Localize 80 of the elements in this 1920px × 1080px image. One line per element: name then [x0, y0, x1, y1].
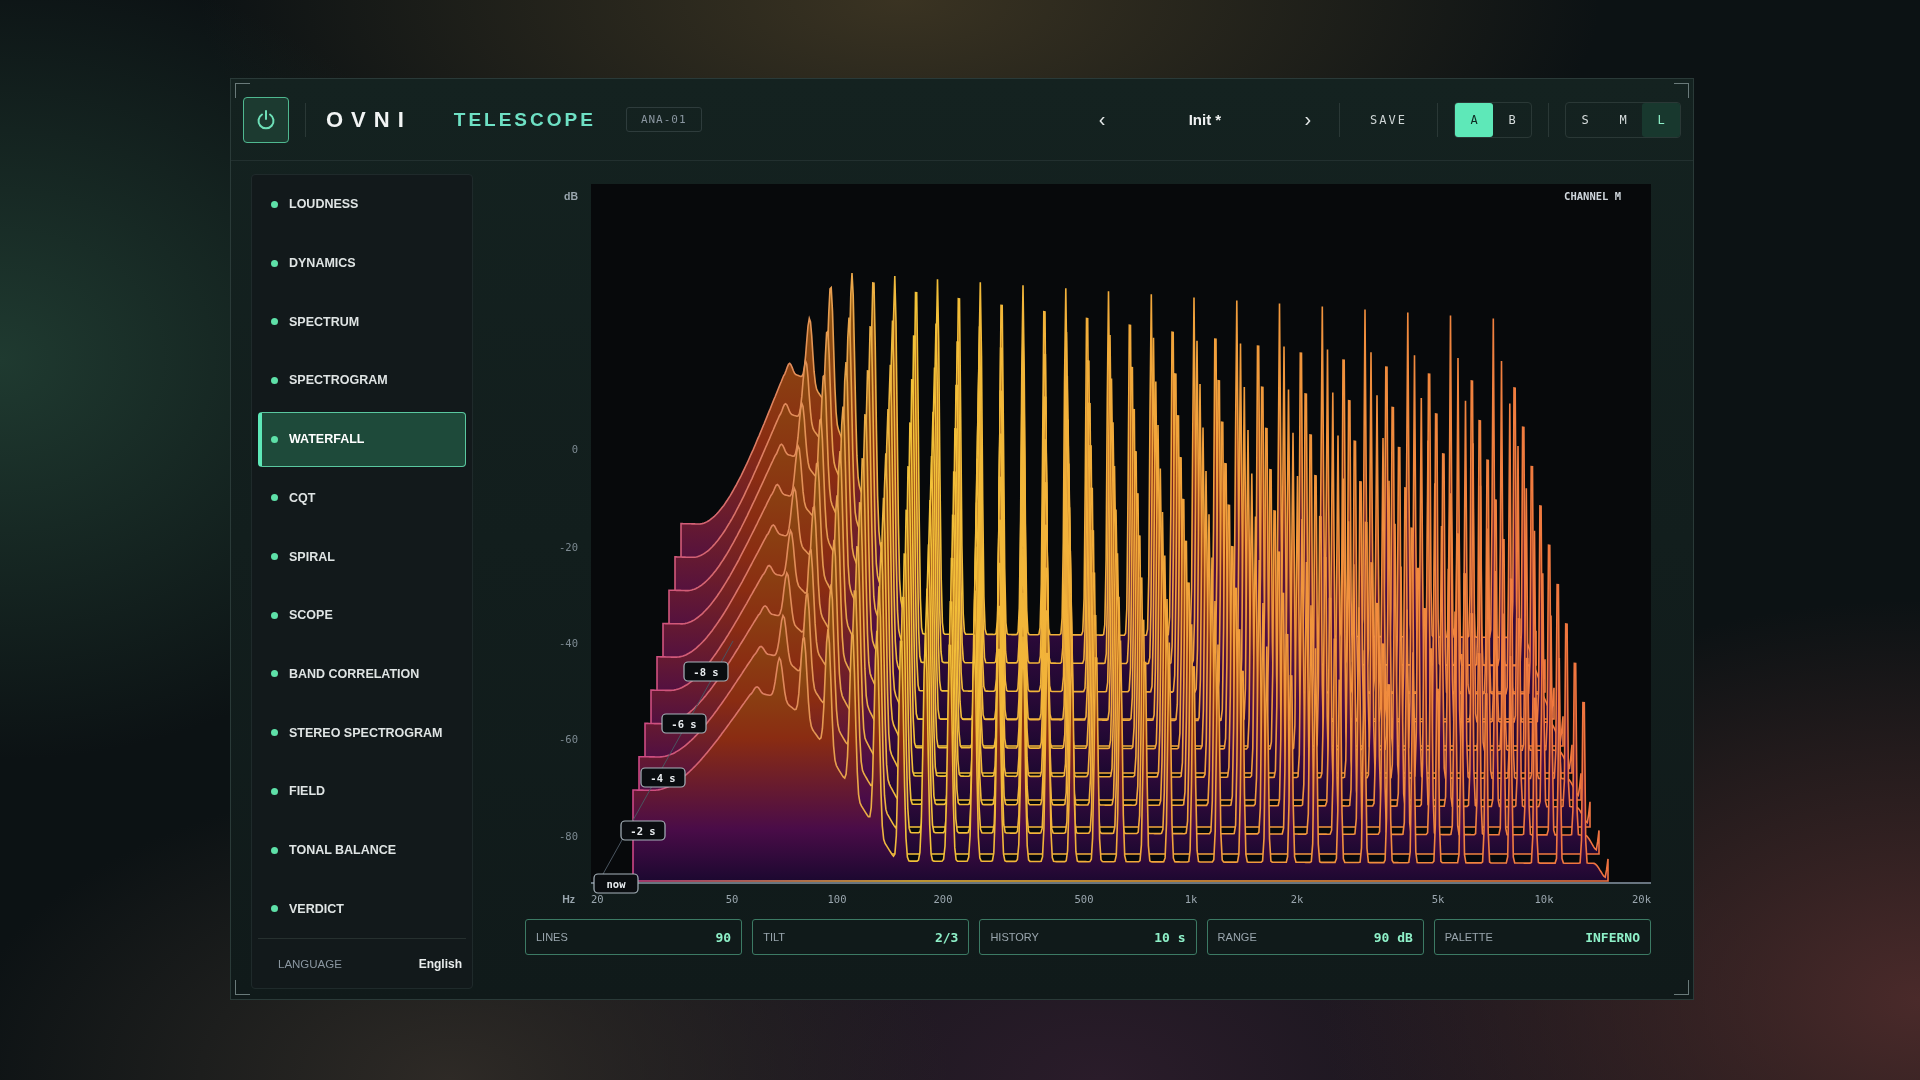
parameter-value: 10 s: [1154, 929, 1186, 945]
x-axis-label: 5k: [1431, 893, 1445, 905]
time-label: now: [593, 873, 639, 894]
parameter-label: LINES: [536, 931, 568, 943]
y-axis-label: -20: [559, 541, 578, 553]
parameter-value: 90 dB: [1373, 929, 1413, 945]
sidebar-item[interactable]: BAND CORRELATION: [258, 644, 466, 704]
status-dot-icon: [271, 905, 278, 913]
y-axis-label: -60: [559, 733, 578, 745]
status-dot-icon: [271, 846, 278, 854]
x-axis-label: 50: [725, 893, 739, 905]
status-dot-icon: [271, 318, 278, 326]
sidebar-item[interactable]: DYNAMICS: [258, 233, 466, 293]
x-axis-label: 2k: [1290, 893, 1304, 905]
channel-label: CHANNEL M: [1564, 190, 1621, 202]
status-dot-icon: [271, 670, 278, 678]
parameter-value: 90: [715, 929, 732, 945]
parameter-control[interactable]: HISTORY 10 s: [979, 919, 1197, 955]
time-label: -8 s: [683, 661, 729, 682]
ab-toggle[interactable]: A: [1455, 102, 1493, 137]
next-preset-button[interactable]: ›: [1292, 108, 1324, 131]
size-toggle[interactable]: S: [1566, 102, 1604, 137]
x-axis-label: 100: [827, 893, 847, 905]
y-axis-label: -40: [559, 637, 578, 649]
parameter-value: INFERNO: [1585, 929, 1640, 945]
parameter-label: RANGE: [1217, 931, 1257, 943]
status-dot-icon: [271, 435, 278, 443]
sidebar-item[interactable]: WATERFALL: [258, 411, 466, 467]
parameter-value: 2/3: [934, 929, 959, 945]
model-badge: ANA-01: [625, 107, 702, 132]
language-select[interactable]: English: [418, 956, 462, 971]
sidebar-item[interactable]: VERDICT: [258, 879, 466, 939]
sidebar-item[interactable]: SPIRAL: [258, 527, 466, 586]
sidebar-item[interactable]: CQT: [258, 468, 466, 528]
sidebar-item[interactable]: FIELD: [258, 761, 466, 821]
parameter-label: PALETTE: [1444, 931, 1493, 943]
x-axis-label: 1k: [1184, 893, 1198, 905]
status-dot-icon: [271, 729, 278, 737]
brand-logo: OVNI: [326, 106, 412, 133]
y-axis-label: -80: [559, 830, 578, 842]
parameter-control[interactable]: PALETTE INFERNO: [1433, 919, 1651, 955]
status-dot-icon: [271, 787, 278, 795]
language-label: LANGUAGE: [278, 957, 342, 970]
status-dot-icon: [271, 494, 278, 502]
x-axis-unit: Hz: [562, 893, 575, 905]
preset-name[interactable]: Init *: [1117, 111, 1293, 128]
time-label: -4 s: [640, 767, 686, 788]
sidebar-item[interactable]: TONAL BALANCE: [258, 820, 466, 880]
sidebar-item[interactable]: SPECTRUM: [258, 292, 466, 352]
x-axis-label: 200: [933, 893, 953, 905]
sidebar-item[interactable]: SPECTROGRAM: [258, 351, 466, 410]
parameter-control[interactable]: TILT 2/3: [752, 919, 970, 955]
parameter-control[interactable]: LINES 90: [525, 919, 743, 955]
x-axis-label: 10k: [1534, 893, 1554, 905]
status-dot-icon: [271, 200, 278, 208]
sidebar-item[interactable]: SCOPE: [258, 585, 466, 645]
power-button[interactable]: [243, 96, 289, 143]
x-axis-label: 20k: [1632, 893, 1651, 905]
x-axis-label: 500: [1074, 893, 1094, 905]
ab-toggle[interactable]: B: [1493, 102, 1531, 137]
parameter-label: TILT: [763, 931, 785, 943]
parameter-control[interactable]: RANGE 90 dB: [1206, 919, 1424, 955]
power-icon: [255, 108, 277, 131]
y-axis-unit: dB: [564, 190, 578, 202]
y-axis-label: 0: [571, 443, 578, 455]
sidebar-item[interactable]: LOUDNESS: [258, 175, 466, 234]
parameter-label: HISTORY: [990, 931, 1039, 943]
time-label: -6 s: [661, 713, 707, 734]
status-dot-icon: [271, 259, 278, 267]
x-axis-label: 20: [591, 893, 604, 905]
save-button[interactable]: SAVE: [1356, 106, 1421, 133]
previous-preset-button[interactable]: ‹: [1086, 108, 1118, 131]
status-dot-icon: [271, 611, 278, 619]
size-toggle[interactable]: M: [1604, 102, 1642, 137]
product-name: TELESCOPE: [453, 108, 596, 131]
sidebar-item[interactable]: STEREO SPECTROGRAM: [258, 703, 466, 762]
time-label: -2 s: [620, 820, 666, 841]
status-dot-icon: [271, 376, 278, 384]
status-dot-icon: [271, 553, 278, 561]
size-toggle[interactable]: L: [1642, 102, 1680, 137]
